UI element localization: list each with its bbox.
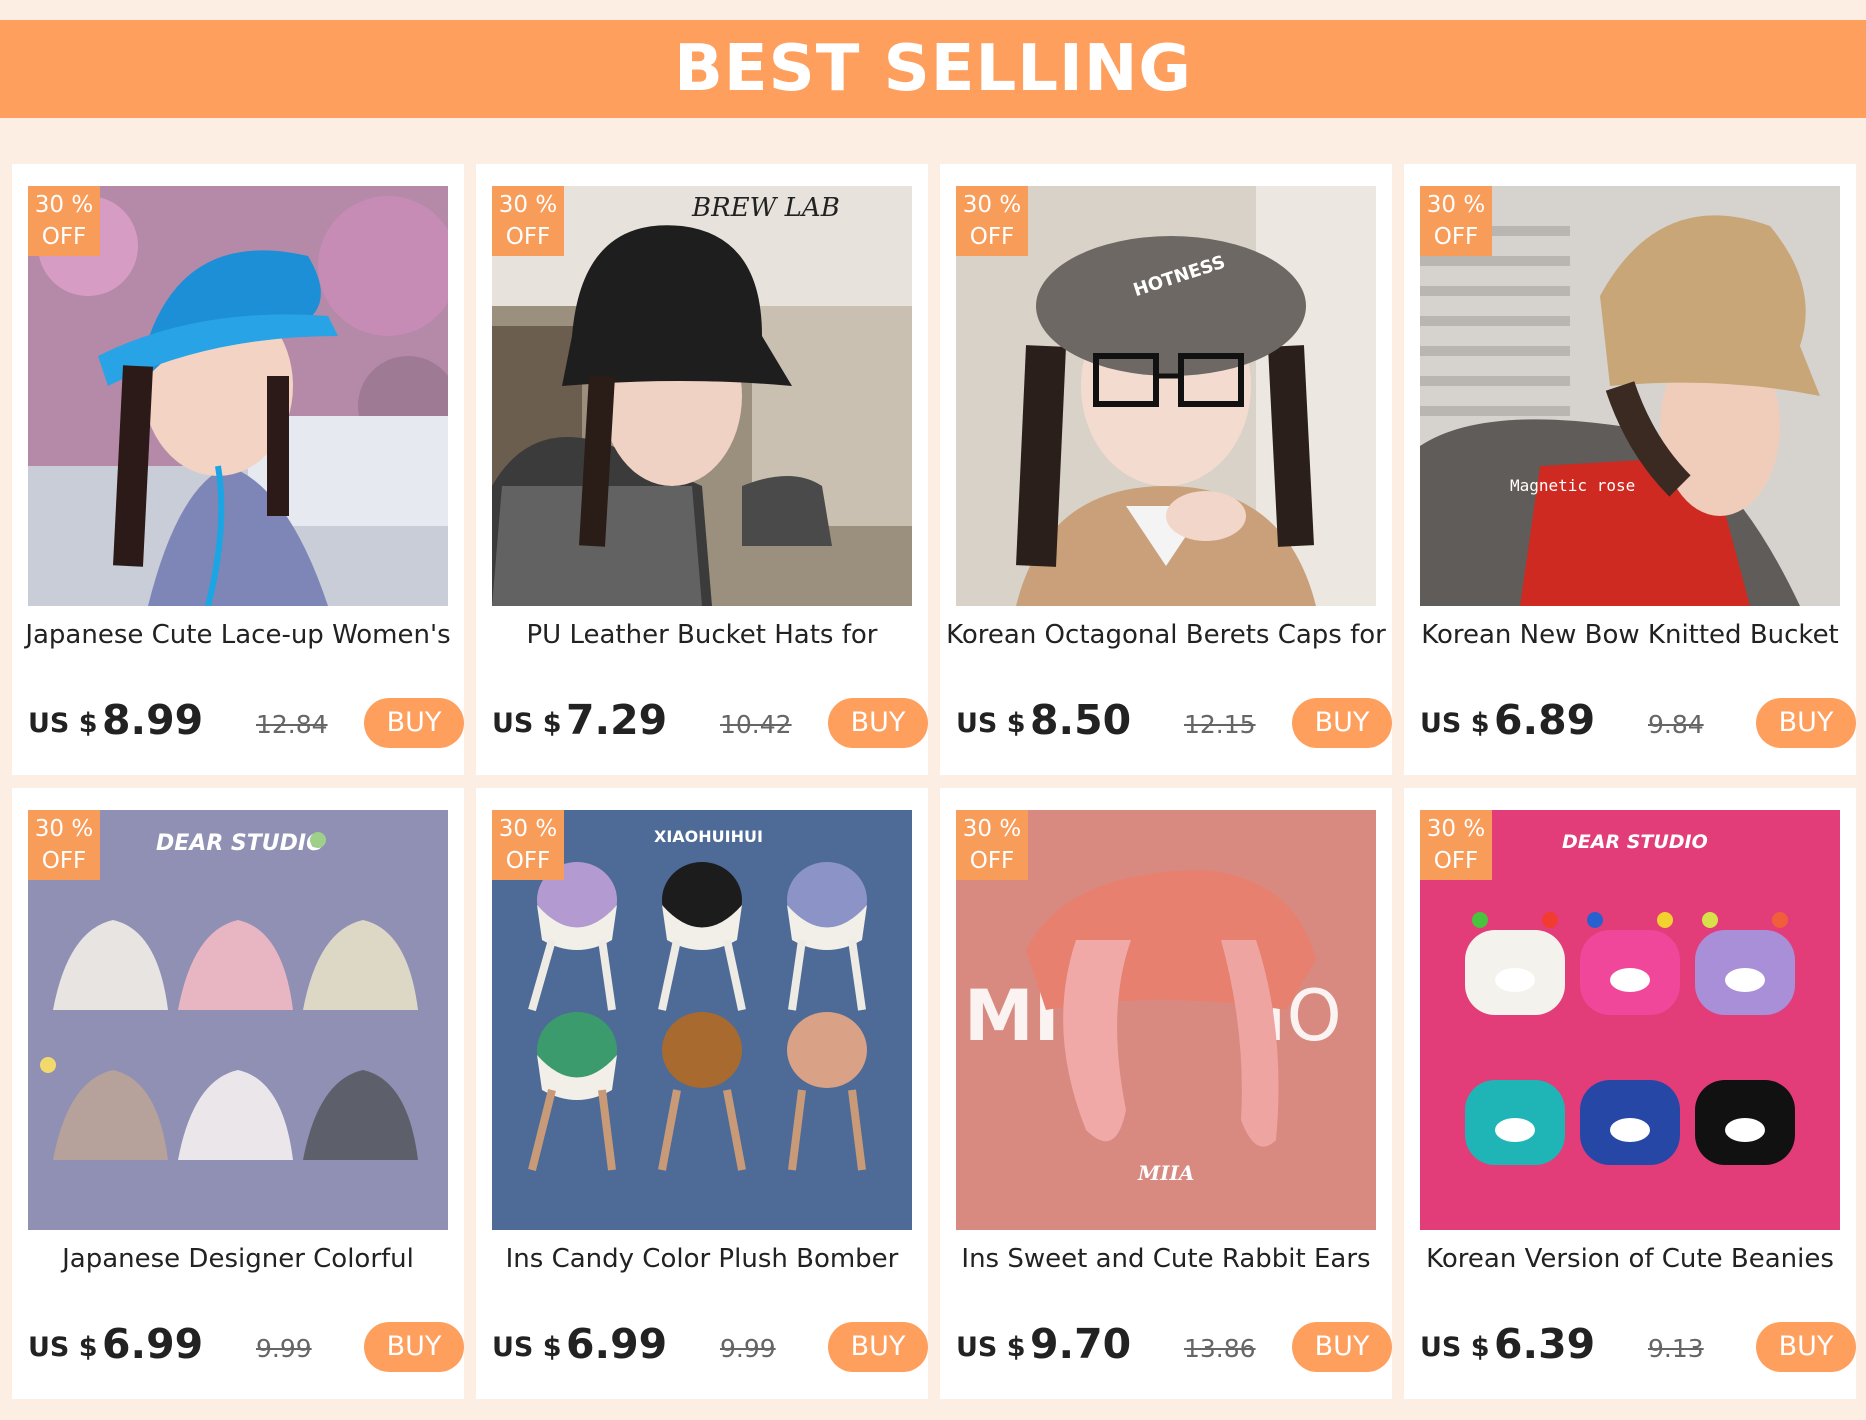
original-price: 12.15 [1184, 710, 1256, 739]
price-row: US $ 9.70 13.86 BUY [956, 1320, 1392, 1376]
price-row: US $ 7.29 10.42 BUY [492, 696, 928, 752]
product-card[interactable]: HOTNESS 30 % OFF Korean Octagonal Berets … [940, 164, 1392, 775]
product-title[interactable]: Korean Octagonal Berets Caps for [940, 620, 1392, 650]
buy-button[interactable]: BUY [828, 1322, 928, 1372]
product-card[interactable]: DEAR STUDIO 30 % OFF Japanese Designer Co… [12, 788, 464, 1399]
sale-price: 6.99 [566, 1320, 668, 1368]
best-selling-banner: BEST SELLING [0, 20, 1866, 118]
product-image[interactable]: DEAR STUDIO 30 % OFF [28, 810, 448, 1230]
product-card[interactable]: BREW LAB 30 % OFF PU Leather Bucket Hats … [476, 164, 928, 775]
product-image[interactable]: BREW LAB 30 % OFF [492, 186, 912, 606]
price-row: US $ 6.39 9.13 BUY [1420, 1320, 1856, 1376]
discount-badge: 30 % OFF [492, 186, 564, 256]
xiaohuihui-heading: XIAOHUIHUI [654, 827, 763, 846]
discount-badge: 30 % OFF [28, 186, 100, 256]
sale-price: 6.89 [1494, 696, 1596, 744]
product-title[interactable]: PU Leather Bucket Hats for [476, 620, 928, 650]
product-title[interactable]: Japanese Designer Colorful [12, 1244, 464, 1274]
product-card[interactable]: 30 % OFF Japanese Cute Lace-up Women's US… [12, 164, 464, 775]
brew-lab-sign: BREW LAB [691, 193, 840, 223]
currency-label: US $ [1420, 1332, 1490, 1363]
currency-label: US $ [1420, 708, 1490, 739]
buy-button[interactable]: BUY [828, 698, 928, 748]
original-price: 9.99 [720, 1334, 776, 1363]
currency-label: US $ [956, 708, 1026, 739]
currency-label: US $ [956, 1332, 1026, 1363]
buy-button[interactable]: BUY [1292, 698, 1392, 748]
original-price: 12.84 [256, 710, 328, 739]
original-price: 10.42 [720, 710, 792, 739]
sale-price: 6.39 [1494, 1320, 1596, 1368]
buy-button[interactable]: BUY [1292, 1322, 1392, 1372]
product-card[interactable]: DEAR STUDIO 30 % OFF Korean Version of C… [1404, 788, 1856, 1399]
sale-price: 8.50 [1030, 696, 1132, 744]
product-card[interactable]: XIAOHUIHUI 30 % OFF Ins Candy Color Plush… [476, 788, 928, 1399]
original-price: 9.13 [1648, 1334, 1704, 1363]
buy-button[interactable]: BUY [364, 698, 464, 748]
price-row: US $ 6.99 9.99 BUY [492, 1320, 928, 1376]
product-image[interactable]: Magnetic rose 30 % OFF [1420, 186, 1840, 606]
buy-button[interactable]: BUY [1756, 1322, 1856, 1372]
miia-logo: MIIA [1137, 1161, 1194, 1185]
currency-label: US $ [492, 1332, 562, 1363]
product-title[interactable]: Korean New Bow Knitted Bucket [1404, 620, 1856, 650]
sale-price: 6.99 [102, 1320, 204, 1368]
discount-badge: 30 % OFF [956, 186, 1028, 256]
banner-title: BEST SELLING [674, 32, 1192, 106]
buy-button[interactable]: BUY [1756, 698, 1856, 748]
price-row: US $ 6.89 9.84 BUY [1420, 696, 1856, 752]
discount-badge: 30 % OFF [492, 810, 564, 880]
product-image[interactable]: HOTNESS 30 % OFF [956, 186, 1376, 606]
sale-price: 9.70 [1030, 1320, 1132, 1368]
price-row: US $ 8.99 12.84 BUY [28, 696, 464, 752]
original-price: 9.84 [1648, 710, 1704, 739]
product-title[interactable]: Ins Candy Color Plush Bomber [476, 1244, 928, 1274]
discount-badge: 30 % OFF [1420, 186, 1492, 256]
sale-price: 8.99 [102, 696, 204, 744]
currency-label: US $ [28, 1332, 98, 1363]
sale-price: 7.29 [566, 696, 668, 744]
currency-label: US $ [492, 708, 562, 739]
buy-button[interactable]: BUY [364, 1322, 464, 1372]
product-image[interactable]: XIAOHUIHUI 30 % OFF [492, 810, 912, 1230]
product-card[interactable]: MI IO MIIA 30 % OFF Ins Sweet and Cute Ra… [940, 788, 1392, 1399]
product-title[interactable]: Korean Version of Cute Beanies [1404, 1244, 1856, 1274]
product-card[interactable]: Magnetic rose 30 % OFF Korean New Bow Kni… [1404, 164, 1856, 775]
discount-badge: 30 % OFF [956, 810, 1028, 880]
dear-studio-heading: DEAR STUDIO [1562, 831, 1708, 853]
product-grid: 30 % OFF Japanese Cute Lace-up Women's US… [12, 164, 1856, 1399]
product-title[interactable]: Japanese Cute Lace-up Women's [12, 620, 464, 650]
price-row: US $ 8.50 12.15 BUY [956, 696, 1392, 752]
discount-badge: 30 % OFF [1420, 810, 1492, 880]
currency-label: US $ [28, 708, 98, 739]
price-row: US $ 6.99 9.99 BUY [28, 1320, 464, 1376]
dear-studio-heading: DEAR STUDIO [156, 831, 325, 856]
product-title[interactable]: Ins Sweet and Cute Rabbit Ears [940, 1244, 1392, 1274]
discount-badge: 30 % OFF [28, 810, 100, 880]
product-image[interactable]: 30 % OFF [28, 186, 448, 606]
magnetic-rose-print: Magnetic rose [1510, 476, 1635, 495]
original-price: 9.99 [256, 1334, 312, 1363]
product-image[interactable]: MI IO MIIA 30 % OFF [956, 810, 1376, 1230]
original-price: 13.86 [1184, 1334, 1256, 1363]
product-image[interactable]: DEAR STUDIO 30 % OFF [1420, 810, 1840, 1230]
